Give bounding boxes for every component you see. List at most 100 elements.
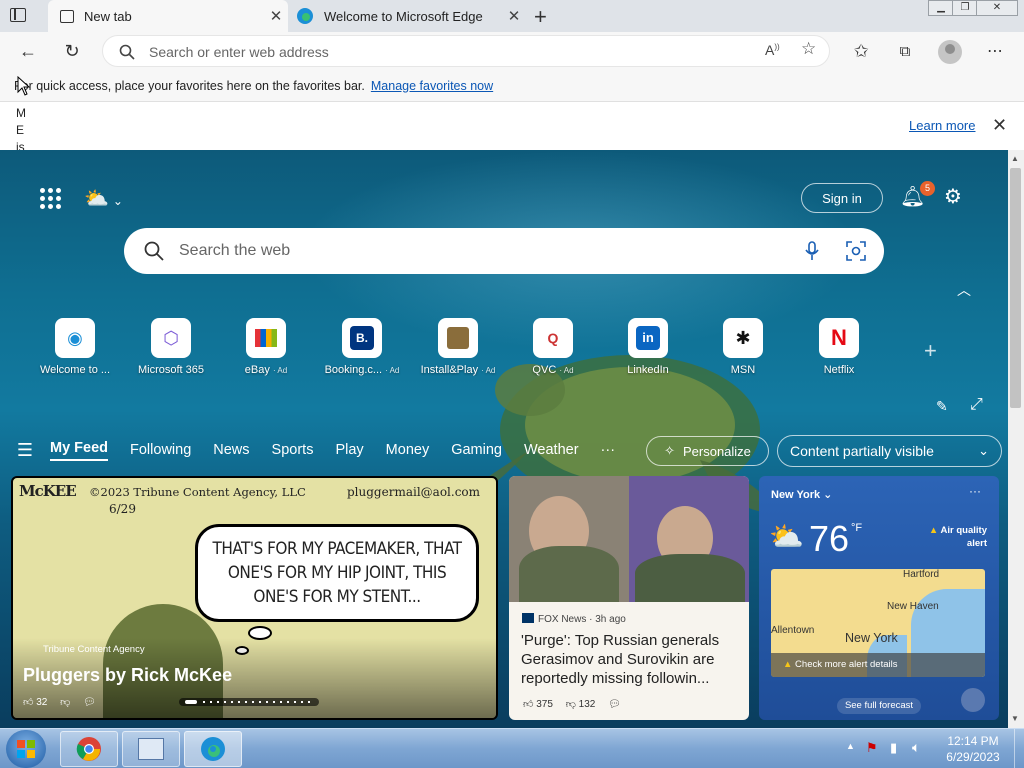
news-card[interactable]: FOX News · 3h ago 'Purge': Top Russian g…: [509, 476, 749, 720]
comic-title[interactable]: Pluggers by Rick McKee: [23, 665, 232, 686]
tab-actions-icon[interactable]: [10, 8, 26, 22]
comment-icon[interactable]: 💬︎: [608, 699, 621, 710]
news-headline[interactable]: 'Purge': Top Russian generals Gerasimov …: [521, 631, 741, 688]
show-hidden-icons[interactable]: ▲: [846, 741, 855, 751]
comic-source: Tribune Content Agency: [43, 644, 145, 655]
tab-weather[interactable]: Weather: [524, 442, 579, 458]
close-tab-icon[interactable]: ✕: [264, 7, 288, 25]
visual-search-icon[interactable]: [846, 241, 866, 261]
learn-more-link[interactable]: Learn more: [909, 118, 975, 133]
tab-sports[interactable]: Sports: [272, 442, 314, 458]
quick-link-qvc[interactable]: Q QVC · Ad: [505, 318, 601, 376]
comic-reactions: 👍︎ 32 👎︎ 💬︎: [23, 696, 96, 708]
quick-link-welcome[interactable]: ◉ Welcome to ...: [27, 318, 123, 376]
tab-gaming[interactable]: Gaming: [451, 442, 502, 458]
fullscreen-expand-icon[interactable]: ⤢: [970, 396, 983, 414]
ad-label: Ad: [563, 366, 574, 375]
temperature-unit: °F: [851, 522, 863, 534]
quick-link-install-play[interactable]: Install&Play · Ad: [410, 318, 506, 376]
personalize-label: Personalize: [682, 443, 751, 459]
edge-icon: ◉: [55, 318, 95, 358]
restore-button[interactable]: ❐: [952, 0, 978, 16]
address-bar[interactable]: A)) ☆: [102, 35, 830, 67]
favorites-bar-text: For quick access, place your favorites h…: [14, 78, 365, 93]
refresh-icon[interactable]: ↻: [57, 36, 87, 66]
tab-new-tab[interactable]: New tab ✕: [48, 0, 288, 32]
power-icon[interactable]: ▮: [890, 740, 897, 756]
content-visibility-dropdown[interactable]: Content partially visible ⌄: [777, 435, 1002, 467]
close-tab-icon[interactable]: ✕: [502, 7, 526, 25]
quick-link-netflix[interactable]: N Netflix: [791, 318, 887, 376]
collections-icon[interactable]: ⧉: [890, 36, 920, 66]
comment-icon[interactable]: 💬︎: [83, 697, 96, 708]
favorites-icon[interactable]: ✩: [846, 36, 876, 66]
quick-link-microsoft-365[interactable]: ⬡ Microsoft 365: [123, 318, 219, 376]
quick-link-msn[interactable]: ✱ MSN: [695, 318, 791, 376]
apps-launcher-icon[interactable]: [40, 188, 62, 210]
page-scrollbar[interactable]: ▲ ▼: [1008, 150, 1024, 728]
web-search-box[interactable]: Search the web: [124, 228, 884, 274]
like-icon[interactable]: 👍︎: [23, 697, 33, 708]
volume-icon[interactable]: 🔈︎: [912, 739, 920, 756]
tab-news[interactable]: News: [213, 442, 249, 458]
show-desktop-button[interactable]: [1014, 729, 1024, 768]
personalize-button[interactable]: ✧ Personalize: [646, 436, 769, 466]
window-close-button[interactable]: ✕: [976, 0, 1018, 16]
manage-favorites-link[interactable]: Manage favorites now: [371, 79, 493, 93]
search-icon: [144, 241, 164, 261]
more-tabs-icon[interactable]: ···: [601, 442, 616, 458]
more-options-icon[interactable]: ···: [969, 484, 981, 498]
tab-welcome-edge[interactable]: Welcome to Microsoft Edge ✕: [290, 0, 526, 32]
minimize-button[interactable]: ▁: [928, 0, 954, 16]
carousel-indicator[interactable]: [179, 698, 319, 706]
edit-background-icon[interactable]: ✎: [936, 398, 948, 415]
weather-location[interactable]: New York ⌄: [771, 488, 832, 501]
tab-strip: New tab ✕ Welcome to Microsoft Edge ✕ + …: [0, 0, 1024, 32]
collapse-chevron-icon[interactable]: ︿: [957, 280, 971, 300]
air-quality-alert[interactable]: ▲ Air quality alert: [911, 524, 987, 550]
profile-avatar[interactable]: [938, 40, 962, 64]
control-panel-taskbar-button[interactable]: [122, 731, 180, 767]
alert-details-text: Check more alert details: [795, 659, 898, 670]
network-status-icon[interactable]: ⚑: [866, 740, 878, 756]
weather-card[interactable]: New York ⌄ ··· ⛅ 76 °F ▲ Air quality ale…: [759, 476, 999, 720]
start-button[interactable]: [6, 730, 46, 768]
clock[interactable]: 12:14 PM 6/29/2023: [936, 733, 1010, 765]
see-full-forecast-button[interactable]: See full forecast: [837, 698, 921, 714]
chrome-taskbar-button[interactable]: [60, 731, 118, 767]
warning-icon: ▲: [928, 525, 939, 536]
hamburger-menu-icon[interactable]: ☰: [0, 440, 50, 461]
close-icon[interactable]: ✕: [992, 115, 1007, 136]
quick-link-ebay[interactable]: eBay · Ad: [218, 318, 314, 376]
quick-link-booking[interactable]: B. Booking.c... · Ad: [314, 318, 410, 376]
netflix-icon: N: [819, 318, 859, 358]
tab-following[interactable]: Following: [130, 442, 191, 458]
dislike-icon[interactable]: 👎︎: [566, 699, 576, 710]
quick-link-linkedin[interactable]: in LinkedIn: [600, 318, 696, 376]
more-options-icon[interactable]: ⋯: [980, 36, 1010, 66]
like-icon[interactable]: 👍︎: [523, 699, 533, 710]
edge-taskbar-button[interactable]: [184, 731, 242, 767]
tab-play[interactable]: Play: [335, 442, 363, 458]
weather-map[interactable]: Hartford New Haven Allentown New York ▲ …: [771, 569, 985, 677]
tab-money[interactable]: Money: [386, 442, 430, 458]
alert-details-bar[interactable]: ▲ Check more alert details: [771, 653, 985, 677]
settings-gear-icon[interactable]: ⚙: [944, 184, 962, 209]
toolbar: ← ↻ A)) ☆ ✩ ⧉ ⋯: [0, 32, 1024, 70]
comic-date: 6/29: [109, 502, 136, 516]
back-icon[interactable]: ←: [13, 36, 43, 66]
comic-card[interactable]: McKEE ©2023 Tribune Content Agency, LLC …: [11, 476, 498, 720]
dislike-icon[interactable]: 👎︎: [60, 697, 70, 708]
add-shortcut-icon[interactable]: +: [924, 338, 937, 364]
scrollbar-thumb[interactable]: [1010, 168, 1021, 408]
address-input[interactable]: [149, 42, 709, 62]
weather-avatar-icon[interactable]: [961, 688, 985, 712]
read-aloud-icon[interactable]: A)): [765, 42, 780, 58]
sign-in-button[interactable]: Sign in: [801, 183, 883, 213]
map-label: New Haven: [887, 601, 939, 612]
weather-cloud-icon[interactable]: ⛅ ⌄: [84, 186, 123, 211]
microphone-icon[interactable]: [804, 241, 820, 261]
add-favorite-icon[interactable]: ☆: [801, 39, 816, 59]
new-tab-icon[interactable]: +: [534, 4, 547, 30]
tab-my-feed[interactable]: My Feed: [50, 440, 109, 461]
